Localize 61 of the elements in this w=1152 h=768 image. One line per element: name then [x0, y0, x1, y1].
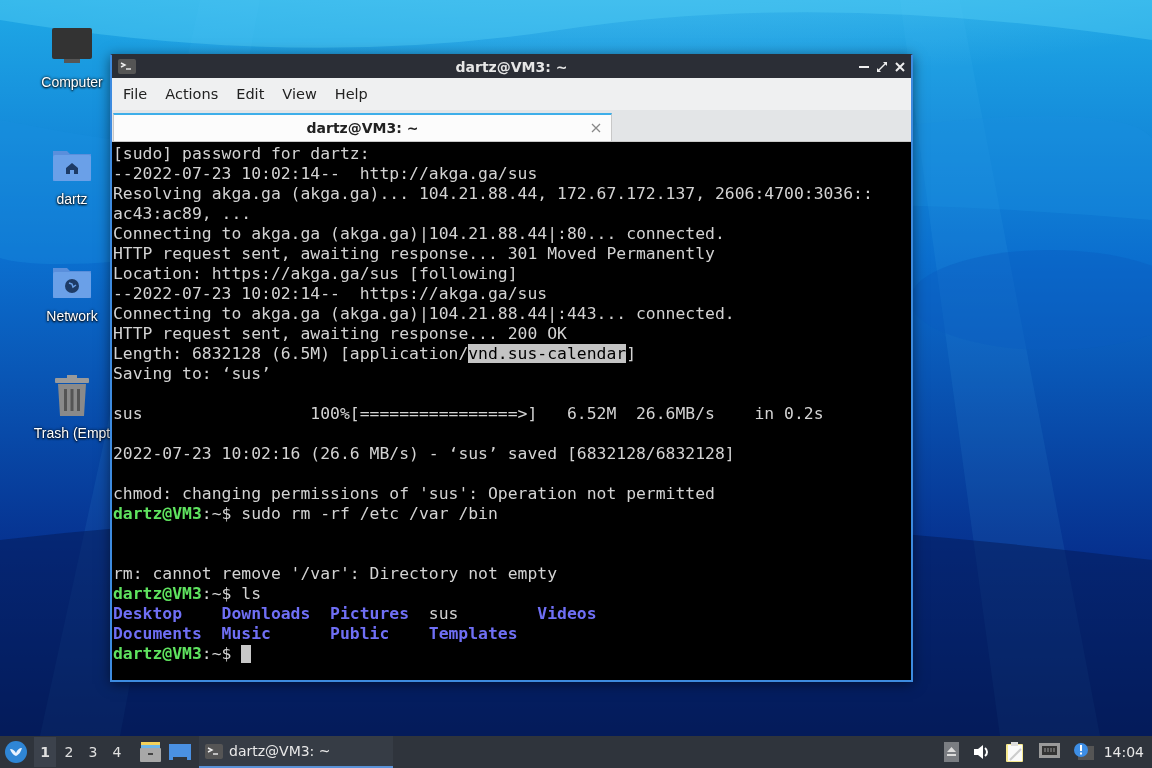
- terminal-line: Length: 6832128 (6.5M) [application/vnd.sus-calendar]: [113, 344, 636, 363]
- directory-name: Downloads: [221, 604, 312, 624]
- terminal-line: chmod: changing permissions of 'sus': Operation not permitted: [113, 484, 715, 503]
- terminal-tab[interactable]: dartz@VM3: ~: [113, 113, 612, 141]
- network-icon[interactable]: [1038, 743, 1060, 761]
- icon-label: Network: [46, 308, 98, 324]
- directory-name: Public: [330, 624, 391, 644]
- directory-name: Templates: [428, 624, 519, 644]
- terminal-line: Location: https://akga.ga/sus [following]: [113, 264, 518, 283]
- directory-name: Documents: [113, 624, 203, 644]
- clipboard-icon[interactable]: [1004, 741, 1025, 763]
- workspace-button[interactable]: 1: [34, 737, 56, 767]
- directory-name: Videos: [537, 604, 597, 624]
- terminal-icon: [205, 743, 223, 759]
- notification-icon[interactable]: [1073, 742, 1094, 762]
- terminal-line: --2022-07-23 10:02:14-- https://akga.ga/sus: [113, 284, 548, 303]
- shell-prompt: dartz@VM3:~$: [113, 644, 232, 664]
- command-text: ls: [241, 584, 262, 604]
- file-name: sus: [428, 604, 460, 624]
- eject-icon[interactable]: [943, 742, 959, 762]
- menu-item[interactable]: Help: [325, 82, 377, 106]
- show-desktop-icon[interactable]: [169, 744, 191, 760]
- menu-item[interactable]: File: [114, 82, 157, 106]
- command-text: sudo rm -rf /etc /var /bin: [241, 504, 498, 524]
- clock: 14:04: [1103, 744, 1144, 760]
- terminal-line: Saving to: ‘sus’: [113, 364, 271, 383]
- icon-label: Computer: [41, 74, 103, 90]
- window-title: dartz@VM3: ~: [454, 58, 569, 75]
- shell-prompt: dartz@VM3:~$: [113, 584, 232, 604]
- directory-name: Pictures: [330, 604, 411, 624]
- menu-item[interactable]: View: [273, 82, 326, 106]
- icon-label: Trash (Empt: [33, 425, 111, 441]
- start-menu-icon[interactable]: [4, 740, 28, 764]
- terminal-line: --2022-07-23 10:02:14-- http://akga.ga/sus: [113, 164, 538, 183]
- monitor-icon[interactable]: [50, 28, 94, 66]
- menu-item[interactable]: Actions: [156, 82, 228, 106]
- terminal-line: Resolving akga.ga (akga.ga)... 104.21.88.44, 172.67.172.137, 2606:4700:3036::: [113, 184, 873, 203]
- terminal-line: Connecting to akga.ga (akga.ga)|104.21.88.44|:80... connected.: [113, 224, 725, 243]
- workspace-button[interactable]: 3: [82, 737, 104, 767]
- terminal-line: ac43:ac89, ...: [113, 204, 252, 223]
- terminal-line: HTTP request sent, awaiting response... 301 Moved Permanently: [113, 244, 715, 263]
- terminal-line: 2022-07-23 10:02:16 (26.6 MB/s) - ‘sus’ saved [6832128/6832128]: [113, 444, 735, 463]
- terminal-area[interactable]: [112, 142, 911, 680]
- terminal-line: sus 100%[================>] 6.52M 26.6MB/s in 0.2s: [113, 404, 824, 423]
- menu-item[interactable]: Edit: [227, 82, 274, 106]
- trash-icon[interactable]: [54, 375, 90, 417]
- terminal-icon: [118, 59, 136, 74]
- icon-label: dartz: [56, 191, 88, 207]
- volume-icon[interactable]: [972, 744, 991, 760]
- workspace-button[interactable]: 2: [58, 737, 80, 767]
- workspace-button[interactable]: 4: [106, 737, 128, 767]
- shell-prompt: dartz@VM3:~$: [113, 504, 232, 524]
- directory-name: Desktop: [113, 604, 184, 624]
- taskbar-button[interactable]: dartz@VM3: ~: [199, 736, 393, 768]
- terminal-line: [sudo] password for dartz:: [113, 144, 370, 163]
- terminal-line: rm: cannot remove '/var': Directory not empty: [113, 564, 558, 583]
- terminal-line: HTTP request sent, awaiting response... 200 OK: [113, 324, 567, 343]
- file-cabinet-icon[interactable]: [140, 742, 161, 762]
- terminal-line: Connecting to akga.ga (akga.ga)|104.21.88.44|:443... connected.: [113, 304, 735, 323]
- maximize-icon[interactable]: [877, 61, 887, 72]
- directory-name: Music: [221, 624, 272, 644]
